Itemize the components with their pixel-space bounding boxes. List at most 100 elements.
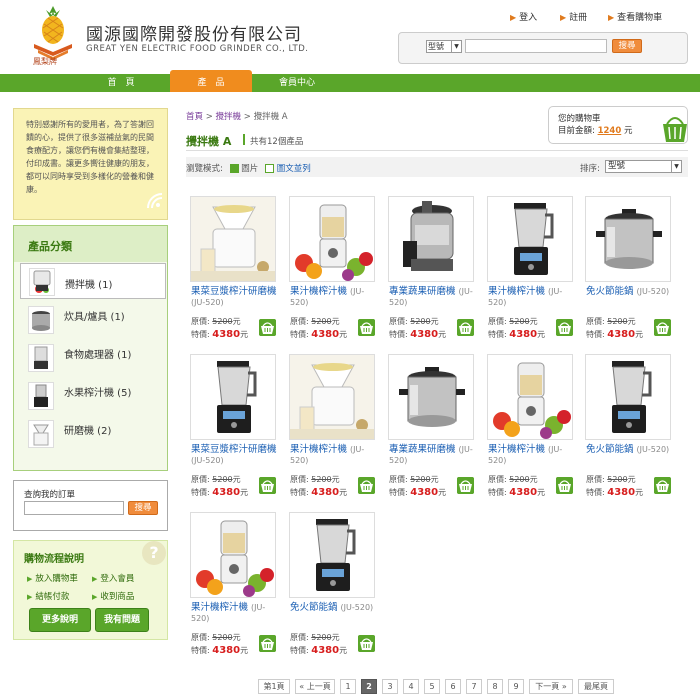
last-page-button[interactable]: 最尾頁 [578, 679, 614, 694]
add-to-cart-icon[interactable] [358, 635, 375, 652]
nav-products[interactable]: 產 品 [170, 74, 252, 92]
product-name-link[interactable]: 果菜豆漿榨汁研磨機 (JU-520) [191, 286, 281, 308]
add-to-cart-icon[interactable] [654, 477, 671, 494]
product-image[interactable] [289, 512, 375, 598]
nav-member[interactable]: 會員中心 [256, 74, 338, 92]
chevron-down-icon: ▼ [451, 41, 461, 52]
page-number-button[interactable]: 6 [445, 679, 461, 694]
order-number-input[interactable] [24, 501, 124, 515]
cart-amount-value[interactable]: 1240 [598, 126, 622, 136]
heading-divider [243, 134, 245, 145]
product-name-link[interactable]: 果汁機榨汁機 (JU-520) [488, 444, 578, 466]
original-price: 原價: 5200元 [586, 317, 636, 326]
grid-view-icon[interactable] [229, 164, 239, 173]
product-name[interactable]: 果汁機榨汁機 [488, 286, 545, 297]
product-image[interactable] [190, 512, 276, 598]
page-number-button[interactable]: 5 [424, 679, 440, 694]
add-to-cart-icon[interactable] [556, 477, 573, 494]
product-name-link[interactable]: 果汁機榨汁機 (JU-520) [290, 286, 380, 308]
next-page-button[interactable]: 下一頁 » [529, 679, 573, 694]
search-input[interactable] [465, 39, 607, 53]
product-image[interactable] [487, 196, 573, 282]
search-button[interactable]: 搜尋 [612, 39, 642, 53]
page-number-button[interactable]: 7 [466, 679, 482, 694]
add-to-cart-icon[interactable] [259, 635, 276, 652]
breadcrumb-category[interactable]: 攪拌機 [216, 112, 242, 122]
product-name[interactable]: 果汁機榨汁機 [290, 444, 347, 455]
page-number-button[interactable]: 3 [382, 679, 398, 694]
page-number-button[interactable]: 4 [403, 679, 419, 694]
order-search-button[interactable]: 搜尋 [128, 501, 158, 515]
product-name-link[interactable]: 果汁機榨汁機 (JU-520) [191, 602, 281, 624]
product-name-link[interactable]: 果汁機榨汁機 (JU-520) [488, 286, 578, 308]
sort-select[interactable]: 型號 ▼ [605, 160, 682, 173]
add-to-cart-icon[interactable] [457, 477, 474, 494]
add-to-cart-icon[interactable] [358, 319, 375, 336]
login-link[interactable]: ▶ 登入 [510, 10, 537, 23]
product-name[interactable]: 果汁機榨汁機 [191, 602, 248, 613]
product-name[interactable]: 免火節能鍋 [586, 444, 634, 455]
product-name[interactable]: 果汁機榨汁機 [488, 444, 545, 455]
add-to-cart-icon[interactable] [358, 477, 375, 494]
breadcrumb-home[interactable]: 首頁 [186, 112, 203, 122]
page-number-button[interactable]: 9 [508, 679, 524, 694]
product-image[interactable] [388, 354, 474, 440]
product-name-link[interactable]: 果汁機榨汁機 (JU-520) [290, 444, 380, 466]
category-item[interactable]: 水果榨汁機 (5) [20, 378, 166, 414]
nav-home[interactable]: 首 頁 [80, 74, 162, 92]
product-image[interactable] [289, 196, 375, 282]
add-to-cart-icon[interactable] [654, 319, 671, 336]
add-to-cart-icon[interactable] [259, 477, 276, 494]
product-name[interactable]: 果汁機榨汁機 [290, 286, 347, 297]
product-image[interactable] [487, 354, 573, 440]
product-name[interactable]: 專業蔬果研磨機 [389, 286, 456, 297]
category-item[interactable]: 攪拌機 (1) [20, 263, 166, 299]
product-name[interactable]: 果菜豆漿榨汁研磨機 [191, 286, 277, 297]
page-number-button[interactable]: 2 [361, 679, 377, 694]
view-mode-label: 瀏覽模式: [186, 164, 223, 174]
product-image[interactable] [190, 196, 276, 282]
prev-page-button[interactable]: « 上一頁 [295, 679, 335, 694]
add-to-cart-icon[interactable] [556, 319, 573, 336]
shopping-basket-icon[interactable] [662, 112, 688, 144]
list-view-icon[interactable] [265, 164, 274, 173]
product-image[interactable] [388, 196, 474, 282]
product-image[interactable] [585, 196, 671, 282]
page-number-button[interactable]: 8 [487, 679, 503, 694]
pineapple-logo[interactable] [30, 4, 76, 64]
product-name-link[interactable]: 免火節能鍋 (JU-520) [586, 286, 676, 297]
category-item[interactable]: 食物處理器 (1) [20, 340, 166, 376]
product-name[interactable]: 果菜豆漿榨汁研磨機 [191, 444, 277, 455]
product-name[interactable]: 免火節能鍋 [586, 286, 634, 297]
arrow-icon: ▶ [510, 13, 517, 22]
flow-step-link[interactable]: ▶ 收到商品 [92, 590, 134, 602]
product-name[interactable]: 專業蔬果研磨機 [389, 444, 456, 455]
flow-step-link[interactable]: ▶ 結帳付款 [27, 590, 69, 602]
first-page-button[interactable]: 第1頁 [258, 679, 290, 694]
product-code: (JU-520) [191, 456, 224, 465]
product-name-link[interactable]: 免火節能鍋 (JU-520) [290, 602, 380, 613]
product-name-link[interactable]: 專業蔬果研磨機 (JU-520) [389, 444, 479, 466]
product-name-link[interactable]: 果菜豆漿榨汁研磨機 (JU-520) [191, 444, 281, 466]
product-image[interactable] [289, 354, 375, 440]
more-info-button[interactable]: 更多說明 [29, 608, 91, 632]
product-name-link[interactable]: 免火節能鍋 (JU-520) [586, 444, 676, 455]
product-image[interactable] [585, 354, 671, 440]
search-type-select[interactable]: 型號 ▼ [426, 40, 462, 53]
category-item[interactable]: 炊具/爐具 (1) [20, 302, 166, 338]
list-view-option[interactable]: 圖文並列 [277, 164, 311, 174]
product-name-link[interactable]: 專業蔬果研磨機 (JU-520) [389, 286, 479, 308]
flow-step-link[interactable]: ▶ 放入購物車 [27, 572, 78, 584]
product-code: (JU-520) [636, 445, 670, 454]
view-cart-link[interactable]: ▶ 查看購物車 [608, 10, 662, 23]
product-name[interactable]: 免火節能鍋 [290, 602, 338, 613]
add-to-cart-icon[interactable] [259, 319, 276, 336]
grid-view-option[interactable]: 圖片 [241, 164, 258, 174]
flow-step-link[interactable]: ▶ 登入會員 [92, 572, 134, 584]
ask-question-button[interactable]: 我有問題 [95, 608, 149, 632]
add-to-cart-icon[interactable] [457, 319, 474, 336]
page-number-button[interactable]: 1 [340, 679, 356, 694]
product-image[interactable] [190, 354, 276, 440]
register-link[interactable]: ▶ 註冊 [560, 10, 587, 23]
category-item[interactable]: 研磨機 (2) [20, 416, 166, 452]
